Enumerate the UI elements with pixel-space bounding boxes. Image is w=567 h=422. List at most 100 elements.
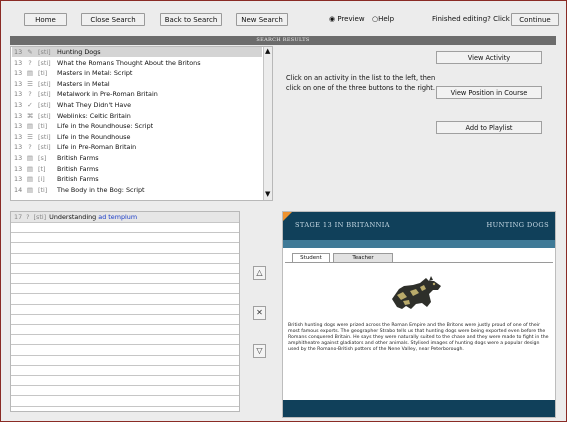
search-results-header: SEARCH RESULTS: [10, 36, 556, 45]
list-item-tag: [ti]: [38, 185, 48, 194]
back-to-search-button[interactable]: Back to Search: [160, 13, 222, 26]
continue-button[interactable]: Continue: [511, 13, 559, 26]
move-up-button[interactable]: △: [253, 266, 266, 280]
list-item[interactable]: 13 ✓ [sti] What They Didn't Have: [12, 100, 262, 110]
playlist-item-tag: [sti]: [33, 213, 47, 221]
list-item-title: Life in the Roundhouse: Script: [57, 122, 154, 131]
list-item-title: Life in the Roundhouse: [57, 132, 131, 141]
list-item-stage: 13: [14, 101, 23, 109]
close-icon: ✕: [256, 308, 263, 317]
list-item-tag: [s]: [38, 154, 47, 162]
remove-button[interactable]: ✕: [253, 306, 266, 320]
activity-type-icon: ✎: [27, 48, 33, 56]
list-item-title: Masters in Metal: [57, 79, 110, 88]
list-item[interactable]: 13 ⌘ [sti] Weblinks: Celtic Britain: [12, 111, 262, 121]
list-item[interactable]: 13 ▤ [i] British Farms: [12, 174, 262, 184]
triangle-down-icon: ▽: [256, 346, 263, 355]
preview-body-text: British hunting dogs were prized across …: [288, 323, 549, 352]
list-item-stage: 13: [14, 154, 23, 162]
list-item[interactable]: 13? [sti] Metalwork in Pre-Roman Britain: [12, 89, 262, 99]
list-item[interactable]: 14 ▤ [ti] The Body in the Bog: Script: [12, 185, 262, 195]
list-item-stage: 13: [14, 164, 23, 173]
list-item-stage: 13: [14, 122, 23, 131]
activity-type-icon: ⌘: [26, 111, 34, 120]
list-item-title: British Farms: [57, 164, 99, 173]
activity-type-icon: ☰: [27, 132, 33, 141]
results-scrollbar[interactable]: ▲ ▼: [263, 47, 272, 200]
list-item-tag: [sti]: [38, 90, 51, 99]
list-item-title: Hunting Dogs: [57, 48, 101, 56]
activity-type-icon: ?: [28, 58, 32, 67]
tab-student[interactable]: Student: [292, 253, 330, 262]
scroll-down-icon[interactable]: ▼: [265, 191, 270, 198]
finished-editing-text: Finished editing? Click: [432, 15, 510, 23]
list-item-stage: 13: [14, 48, 23, 56]
playlist-item-link[interactable]: ad templum: [98, 213, 137, 221]
preview-stage-label: STAGE 13 IN BRITANNIA: [295, 221, 390, 229]
list-item-tag: [ti]: [38, 122, 48, 131]
list-item-tag: [ti]: [38, 69, 48, 78]
list-item-title: British Farms: [57, 154, 99, 162]
list-item-tag: [sti]: [38, 58, 51, 67]
hunting-dog-image: [392, 276, 441, 309]
playlist-item[interactable]: 17? [sti] Understanding ad templum: [14, 213, 137, 222]
list-item-stage: 13: [14, 69, 23, 78]
activity-preview: STAGE 13 IN BRITANNIA HUNTING DOGS Stude…: [282, 211, 556, 418]
activity-type-icon: ✓: [27, 101, 33, 109]
list-item-stage: 13: [14, 111, 23, 120]
list-item[interactable]: 13 ▤ [t] British Farms: [12, 164, 262, 174]
tab-teacher[interactable]: Teacher: [333, 253, 393, 262]
list-item-stage: 13: [14, 143, 23, 152]
list-item[interactable]: 13? [sti] What the Romans Thought About th…: [12, 58, 262, 68]
activity-type-icon: ▤: [26, 175, 34, 184]
question-icon: ?: [26, 213, 30, 221]
corner-marker: [283, 212, 292, 221]
list-item-tag: [i]: [38, 175, 45, 184]
activity-type-icon: ☰: [27, 79, 33, 88]
view-activity-button[interactable]: View Activity: [436, 51, 542, 64]
preview-content: British hunting dogs were prized across …: [285, 262, 553, 401]
list-item-title: Masters in Metal: Script: [57, 69, 133, 78]
list-item[interactable]: 13 ☰ [sti] Masters in Metal: [12, 79, 262, 89]
list-item-title: What They Didn't Have: [57, 101, 132, 109]
list-item-title: What the Romans Thought About the Briton…: [57, 58, 201, 67]
preview-radio-label: Preview: [337, 15, 365, 23]
playlist-row[interactable]: [11, 406, 239, 411]
help-radio[interactable]: ○Help: [372, 15, 394, 23]
list-item-stage: 13: [14, 79, 23, 88]
list-item[interactable]: 13 ▤ [s] British Farms: [12, 153, 262, 163]
new-search-button[interactable]: New Search: [236, 13, 288, 26]
list-item[interactable]: 13 ▤ [ti] Masters in Metal: Script: [12, 68, 262, 78]
playlist: 17? [sti] Understanding ad templum: [10, 211, 240, 412]
list-item-stage: 13: [14, 132, 23, 141]
list-item-title: Metalwork in Pre-Roman Britain: [57, 90, 158, 99]
activity-type-icon: ▤: [26, 164, 34, 173]
list-item[interactable]: 13? [sti] Life in Pre-Roman Britain: [12, 142, 262, 152]
close-search-button[interactable]: Close Search: [81, 13, 145, 26]
list-item-tag: [t]: [38, 164, 46, 173]
preview-title: HUNTING DOGS: [486, 221, 549, 229]
list-item-title: The Body in the Bog: Script: [57, 185, 145, 194]
move-down-button[interactable]: ▽: [253, 344, 266, 358]
help-radio-label: Help: [378, 15, 395, 23]
scroll-up-icon[interactable]: ▲: [265, 48, 270, 55]
home-button[interactable]: Home: [24, 13, 67, 26]
preview-radio[interactable]: ◉ Preview: [329, 15, 365, 23]
list-item-tag: [sti]: [38, 111, 51, 120]
list-item-tag: [sti]: [38, 101, 51, 109]
app-frame: Home Close Search Back to Search New Sea…: [0, 0, 567, 422]
add-to-playlist-button[interactable]: Add to Playlist: [436, 121, 542, 134]
preview-header-stripe: [283, 240, 555, 248]
list-item-stage: 13: [14, 58, 23, 67]
list-item-tag: [sti]: [38, 48, 51, 56]
playlist-item-stage: 17: [14, 213, 23, 221]
activity-type-icon: ?: [28, 90, 32, 99]
preview-footer: [283, 400, 555, 417]
list-item-title: Weblinks: Celtic Britain: [57, 111, 131, 120]
list-item-tag: [sti]: [38, 143, 51, 152]
list-item[interactable]: 13 ☰ [sti] Life in the Roundhouse: [12, 132, 262, 142]
list-item[interactable]: 13 ▤ [ti] Life in the Roundhouse: Script: [12, 121, 262, 131]
view-position-button[interactable]: View Position in Course: [436, 86, 542, 99]
instructions-text: Click on an activity in the list to the …: [286, 74, 436, 92]
list-item[interactable]: 13 ✎ [sti] Hunting Dogs: [12, 47, 262, 57]
